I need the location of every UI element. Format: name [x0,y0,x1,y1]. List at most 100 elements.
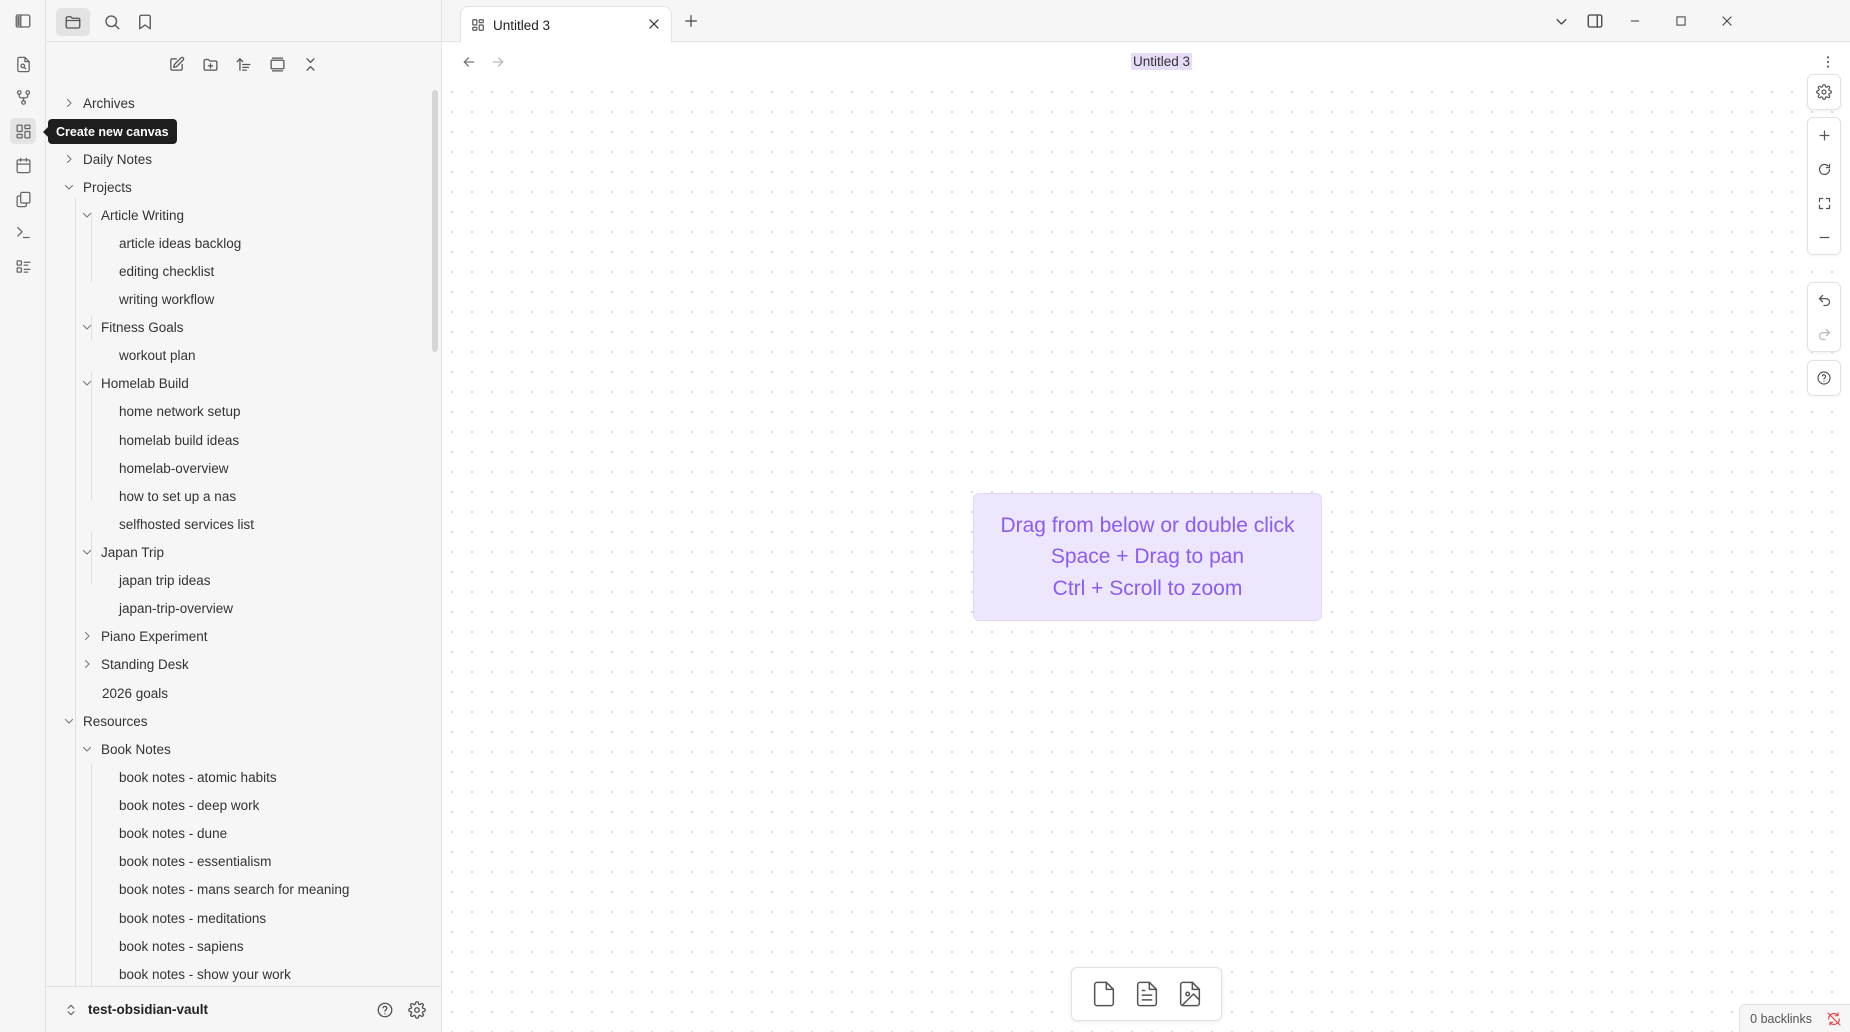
git-fork-icon [15,89,32,106]
tab-bookmarks[interactable] [128,8,162,36]
file-item[interactable]: book notes - atomic habits [119,764,277,790]
view-header: Untitled 3 [442,42,1850,82]
terminal-icon [15,224,32,241]
canvas-icon [471,18,485,32]
view-title[interactable]: Untitled 3 [1131,53,1193,70]
canvas-area[interactable]: Drag from below or double click Space + … [442,74,1850,1032]
zoom-in-button[interactable] [1808,118,1840,152]
create-new-canvas-button[interactable] [10,118,36,144]
zoom-to-fit-button[interactable] [1808,186,1840,220]
tree-item-label: Article Writing [101,207,185,223]
file-item[interactable]: book notes - dune [119,820,227,846]
chevron-right-icon [80,657,94,671]
change-sort-order-button[interactable] [229,50,257,78]
tab-search[interactable] [95,8,129,36]
open-quick-switcher-button[interactable] [10,51,36,77]
graph-view-button[interactable] [10,84,36,110]
command-palette-button[interactable] [10,219,36,245]
new-note-icon [168,56,185,73]
add-note-button[interactable] [1129,976,1165,1012]
tab-list-button[interactable] [1546,8,1576,34]
file-item[interactable]: japan trip ideas [119,567,211,593]
toggle-right-sidebar-button[interactable] [1580,8,1610,34]
file-item[interactable]: book notes - sapiens [119,933,244,959]
tree-item-label: Book Notes [101,741,171,757]
file-item[interactable]: workout plan [119,342,196,368]
file-item[interactable]: book notes - essentialism [119,848,271,874]
new-note-button[interactable] [162,50,190,78]
collapse-all-button[interactable] [296,50,324,78]
close-icon[interactable] [647,17,661,31]
file-item[interactable]: article ideas backlog [119,230,241,256]
status-bar: 0 backlinks [1739,1004,1850,1032]
chevron-down-icon [80,545,94,559]
folder-item-standing-desk[interactable]: Standing Desk [80,651,189,677]
vault-switcher[interactable]: test-obsidian-vault [46,986,442,1032]
file-item[interactable]: how to set up a nas [119,483,236,509]
folder-item-projects[interactable]: Projects [62,174,132,200]
folder-item-homelab-build[interactable]: Homelab Build [80,370,189,396]
reset-zoom-icon [1817,162,1832,177]
card-creation-tray [1071,967,1222,1021]
hint-line: Drag from below or double click [1000,513,1295,537]
tab-untitled-3[interactable]: Untitled 3 [460,6,672,43]
zoom-out-button[interactable] [1808,220,1840,254]
folder-item-piano-experiment[interactable]: Piano Experiment [80,623,208,649]
file-item[interactable]: book notes - mans search for meaning [119,876,349,902]
file-item[interactable]: editing checklist [119,258,214,284]
undo-button[interactable] [1808,283,1840,317]
auto-reveal-button[interactable] [263,50,291,78]
canvas-help-button[interactable] [1808,361,1840,395]
templates-button[interactable] [10,186,36,212]
file-item[interactable]: home network setup [119,398,241,424]
file-item[interactable]: homelab-overview [119,455,229,481]
add-card-button[interactable] [1086,976,1122,1012]
sync-error-icon[interactable] [1826,1011,1842,1027]
file-item[interactable]: writing workflow [119,286,214,312]
folder-item-article-writing[interactable]: Article Writing [80,202,184,228]
folder-item-resources[interactable]: Resources [62,708,148,734]
sidebar-scrollbar[interactable] [432,90,438,352]
file-item[interactable]: book notes - meditations [119,905,266,931]
reset-zoom-button[interactable] [1808,152,1840,186]
file-item[interactable]: japan-trip-overview [119,595,233,621]
help-button[interactable] [372,997,398,1023]
folder-item-book-notes[interactable]: Book Notes [80,736,171,762]
redo-button[interactable] [1808,317,1840,351]
daily-notes-button[interactable] [10,152,36,178]
list-checks-icon [15,258,32,275]
file-item[interactable]: book notes - deep work [119,792,259,818]
navigate-back-button[interactable] [457,50,481,74]
more-options-button[interactable] [1816,50,1840,74]
canvas-zoom-group [1807,117,1841,255]
toggle-sidebar-button[interactable] [10,8,36,34]
indent-guide [91,764,92,988]
folder-item-fitness-goals[interactable]: Fitness Goals [80,314,184,340]
arrow-left-icon [461,54,477,70]
chevron-down-icon [80,742,94,756]
new-folder-button[interactable] [196,50,224,78]
file-item[interactable]: 2026 goals [102,680,168,706]
file-item[interactable]: homelab build ideas [119,427,239,453]
backlinks-count[interactable]: 0 backlinks [1750,1012,1812,1026]
chevron-down-icon [62,714,76,728]
tab-files[interactable] [56,8,90,36]
folder-item-archives[interactable]: Archives [62,90,135,116]
bookmark-icon [136,13,154,31]
canvas-settings-button[interactable] [1808,75,1840,109]
navigate-forward-button[interactable] [486,50,510,74]
chevron-down-icon [80,208,94,222]
sidebar-toggle-icon [14,12,32,30]
file-item[interactable]: selfhosted services list [119,511,254,537]
chevron-down-icon [62,180,76,194]
file-item[interactable]: book notes - show your work [119,961,291,987]
folder-item-daily-notes[interactable]: Daily Notes [62,146,152,172]
add-media-button[interactable] [1172,976,1208,1012]
folder-item-japan-trip[interactable]: Japan Trip [80,539,164,565]
settings-button[interactable] [404,997,430,1023]
minimize-window-button[interactable] [1620,8,1650,34]
close-window-button[interactable] [1712,8,1742,34]
new-tab-button[interactable] [676,8,706,34]
maximize-window-button[interactable] [1666,8,1696,34]
outline-button[interactable] [10,253,36,279]
